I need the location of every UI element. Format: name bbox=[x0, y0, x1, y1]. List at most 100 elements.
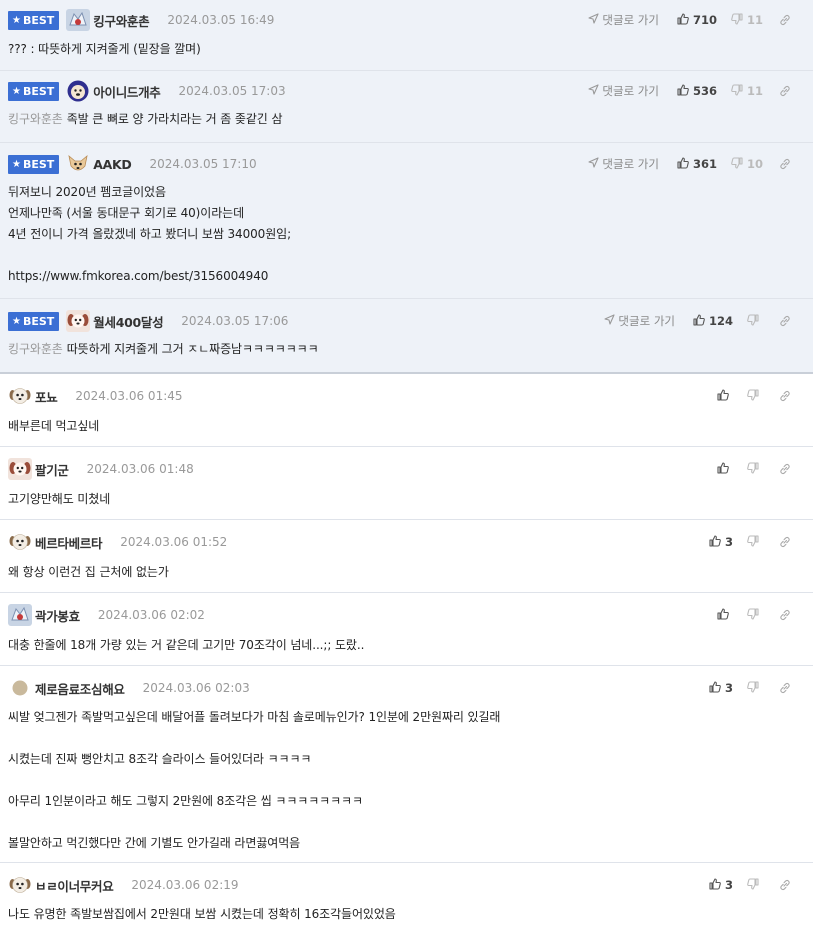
best-badge: ★ BEST bbox=[8, 10, 60, 30]
comment-actions bbox=[717, 459, 791, 479]
comment: ㅂㄹ이너무커요 2024.03.06 02:19 3 나도 유명한 족발보쌈집에서 2… bbox=[0, 863, 813, 936]
upvote-button[interactable] bbox=[717, 461, 733, 477]
goto-comment-link[interactable]: 댓글로 가기 bbox=[588, 156, 659, 172]
thumbs-down-icon bbox=[747, 313, 763, 329]
dog-face-avatar[interactable] bbox=[8, 531, 32, 553]
comment-text: 씨발 엊그젠가 족발먹고싶은데 배달어플 돌려보다가 마침 솔로메뉴인가? 1인… bbox=[8, 707, 805, 854]
chihuahua-avatar[interactable] bbox=[66, 153, 90, 175]
link-icon[interactable] bbox=[779, 463, 791, 475]
line-text: 4년 전이니 가격 올랐겠네 하고 봤더니 보쌈 34000원임; bbox=[8, 227, 292, 241]
goto-label: 댓글로 가기 bbox=[602, 157, 659, 171]
comment-text: 대충 한줄에 18개 가량 있는 거 같은데 고기만 70조각이 넘네...;;… bbox=[8, 635, 805, 656]
upvote-button[interactable] bbox=[717, 607, 733, 623]
comment-line: 언제나만족 (서울 동대문구 회기로 40)이라는데 bbox=[8, 203, 805, 224]
nickname[interactable]: 킹구와훈촌 bbox=[93, 11, 149, 30]
link-icon[interactable] bbox=[779, 682, 791, 694]
upvote-button[interactable]: 710 bbox=[677, 12, 717, 28]
upvote-button[interactable]: 3 bbox=[709, 534, 733, 550]
arrow-icon bbox=[588, 157, 602, 171]
comment-actions: 3 bbox=[709, 875, 791, 895]
downvote-button[interactable] bbox=[747, 680, 763, 696]
arrow-icon bbox=[604, 314, 618, 328]
link-icon[interactable] bbox=[779, 536, 791, 548]
comment: 팔기군 2024.03.06 01:48 고기양만해도 미쳤네 bbox=[0, 447, 813, 520]
goto-label: 댓글로 가기 bbox=[602, 13, 659, 27]
upvote-button[interactable]: 361 bbox=[677, 156, 717, 172]
best-comment: ★ BEST 월세400달성 2024.03.05 17:06 댓글로 가기 124 킹구와… bbox=[0, 299, 813, 374]
nickname[interactable]: AAKD bbox=[93, 157, 132, 172]
nickname[interactable]: 월세400달성 bbox=[93, 312, 163, 331]
downvote-count: 11 bbox=[746, 13, 763, 27]
thumbs-down-icon bbox=[747, 680, 763, 696]
link-icon[interactable] bbox=[779, 315, 791, 327]
downvote-button[interactable]: 11 bbox=[731, 12, 763, 28]
nickname[interactable]: 아이니드개추 bbox=[93, 82, 161, 101]
puppy-avatar[interactable] bbox=[66, 310, 91, 332]
guardian-avatar[interactable] bbox=[8, 604, 32, 626]
nickname[interactable]: 포뇨 bbox=[35, 387, 58, 406]
thumbs-up-icon bbox=[709, 534, 725, 550]
comment-line: 킹구와훈촌 족발 큰 뼈로 양 가라치라는 거 좀 좆같긴 삼 bbox=[8, 109, 805, 130]
nickname[interactable]: 제로음료조심해요 bbox=[35, 679, 125, 698]
downvote-button[interactable] bbox=[747, 313, 763, 329]
comment-text: 뒤져보니 2020년 펨코글이었음언제나만족 (서울 동대문구 회기로 40)이… bbox=[8, 182, 805, 287]
comment-text: 배부른데 먹고싶네 bbox=[8, 416, 805, 437]
nickname[interactable]: 베르타베르타 bbox=[35, 533, 103, 552]
upvote-button[interactable] bbox=[717, 388, 733, 404]
comment-date: 2024.03.06 02:02 bbox=[97, 608, 205, 622]
upvote-button[interactable]: 3 bbox=[709, 877, 733, 893]
line-text: ??? : 따뜻하게 지켜줄게 (밑장을 깔며) bbox=[8, 42, 201, 56]
goto-comment-link[interactable]: 댓글로 가기 bbox=[588, 83, 659, 99]
goto-comment-link[interactable]: 댓글로 가기 bbox=[588, 12, 659, 28]
comment-line: 볼말안하고 먹긴했다만 간에 기별도 안가길래 라면끓여먹음 bbox=[8, 833, 805, 854]
comment-date: 2024.03.05 16:49 bbox=[167, 13, 275, 27]
nickname[interactable]: ㅂㄹ이너무커요 bbox=[35, 876, 114, 895]
downvote-button[interactable] bbox=[747, 461, 763, 477]
link-icon[interactable] bbox=[779, 85, 791, 97]
link-icon[interactable] bbox=[779, 390, 791, 402]
goto-comment-link[interactable]: 댓글로 가기 bbox=[604, 313, 675, 329]
upvote-button[interactable]: 124 bbox=[693, 313, 733, 329]
downvote-button[interactable] bbox=[747, 607, 763, 623]
thumbs-down-icon bbox=[731, 12, 747, 28]
comment-header: ★ BEST 월세400달성 2024.03.05 17:06 댓글로 가기 124 bbox=[8, 310, 805, 332]
upvote-count: 3 bbox=[724, 535, 733, 549]
line-text: 뒤져보니 2020년 펨코글이었음 bbox=[8, 185, 166, 199]
nickname[interactable]: 팔기군 bbox=[35, 460, 69, 479]
upvote-count: 3 bbox=[724, 878, 733, 892]
comment-header: 베르타베르타 2024.03.06 01:52 3 bbox=[8, 532, 805, 552]
comment-line bbox=[8, 245, 805, 266]
mention[interactable]: 킹구와훈촌 bbox=[8, 112, 63, 126]
line-text: 씨발 엊그젠가 족발먹고싶은데 배달어플 돌려보다가 마침 솔로메뉴인가? 1인… bbox=[8, 710, 501, 724]
link-icon[interactable] bbox=[779, 879, 791, 891]
thumbs-up-icon bbox=[709, 877, 725, 893]
comment: 제로음료조심해요 2024.03.06 02:03 3 씨발 엊그젠가 족발먹고싶은데… bbox=[0, 666, 813, 863]
line-text: 시켰는데 진짜 뻥안치고 8조각 슬라이스 들어있더라 ㅋㅋㅋㅋ bbox=[8, 752, 312, 766]
comment-line: 배부른데 먹고싶네 bbox=[8, 416, 805, 437]
dog-face-avatar[interactable] bbox=[8, 385, 32, 407]
comment-date: 2024.03.06 01:48 bbox=[86, 462, 194, 476]
link-icon[interactable] bbox=[779, 14, 791, 26]
link-icon[interactable] bbox=[779, 609, 791, 621]
upvote-count: 710 bbox=[692, 13, 717, 27]
downvote-button[interactable] bbox=[747, 388, 763, 404]
dog-face-avatar[interactable] bbox=[8, 874, 32, 896]
downvote-button[interactable]: 11 bbox=[731, 83, 763, 99]
best-comment: ★ BEST AAKD 2024.03.05 17:10 댓글로 가기 361 10 뒤져보니… bbox=[0, 143, 813, 299]
link-icon[interactable] bbox=[779, 158, 791, 170]
guardian-avatar[interactable] bbox=[66, 9, 91, 31]
downvote-button[interactable]: 10 bbox=[731, 156, 763, 172]
upvote-count: 124 bbox=[708, 314, 733, 328]
puppy-avatar[interactable] bbox=[8, 458, 32, 480]
downvote-button[interactable] bbox=[747, 877, 763, 893]
nickname[interactable]: 곽가봉효 bbox=[35, 606, 80, 625]
comment: 포뇨 2024.03.06 01:45 배부른데 먹고싶네 bbox=[0, 374, 813, 447]
dog-avatar[interactable] bbox=[66, 80, 90, 102]
line-text: 아무리 1인분이라고 해도 그렇지 2만원에 8조각은 씹 ㅋㅋㅋㅋㅋㅋㅋㅋ bbox=[8, 794, 363, 808]
thumbs-down-icon bbox=[747, 607, 763, 623]
upvote-button[interactable]: 3 bbox=[709, 680, 733, 696]
upvote-button[interactable]: 536 bbox=[677, 83, 717, 99]
downvote-button[interactable] bbox=[747, 534, 763, 550]
circle-avatar[interactable] bbox=[8, 677, 32, 699]
mention[interactable]: 킹구와훈촌 bbox=[8, 342, 63, 356]
